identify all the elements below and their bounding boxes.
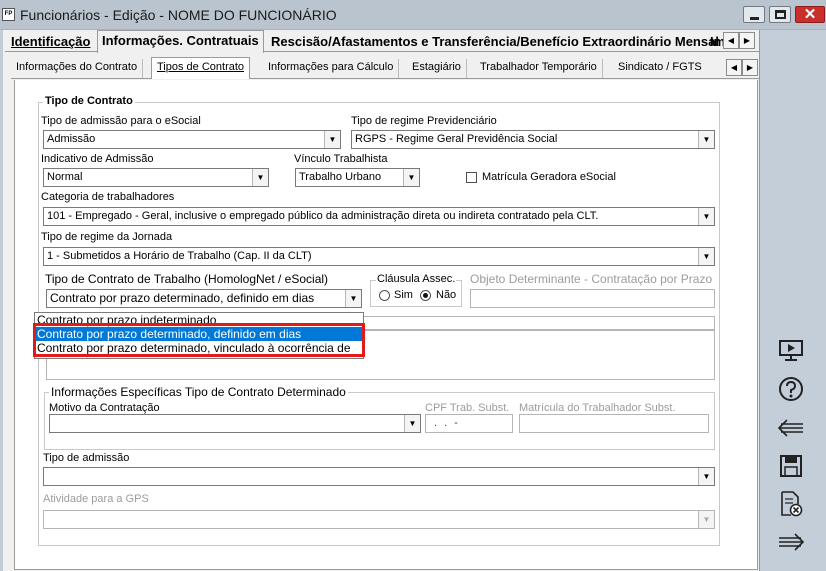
tipo-regime-jornada-select[interactable]: 1 - Submetidos a Horário de Trabalho (Ca…: [43, 247, 715, 266]
label-vinculo-trabalhista: Vínculo Trabalhista: [294, 153, 388, 165]
tab-trabalhador-temporario[interactable]: Trabalhador Temporário: [475, 59, 603, 78]
window-title: Funcionários - Edição - NOME DO FUNCIONÁ…: [20, 7, 337, 23]
tipo-contrato-trabalho-value: Contrato por prazo determinado, definido…: [50, 291, 315, 305]
tab-overflow[interactable]: Im: [709, 33, 723, 53]
label-tipo-regime-prev: Tipo de regime Previdenciário: [351, 115, 497, 127]
label-atividade-gps: Atividade para a GPS: [43, 493, 149, 505]
main-tab-scroll: ◀ ▶: [723, 32, 755, 49]
tab-tipos-de-contrato[interactable]: Tipos de Contrato: [151, 57, 251, 79]
label-motivo-contratacao: Motivo da Contratação: [49, 402, 160, 414]
cancel-document-icon: [781, 491, 803, 517]
tab-informacoes-do-contrato[interactable]: Informações do Contrato: [11, 59, 144, 78]
right-toolbar: [759, 30, 826, 571]
label-tipo-contrato-trabalho: Tipo de Contrato de Trabalho (HomologNet…: [45, 272, 329, 286]
indicativo-admissao-value: Normal: [47, 171, 83, 183]
save-button[interactable]: [776, 452, 806, 480]
chevron-down-icon: ▼: [345, 290, 361, 307]
presentation-button[interactable]: [776, 336, 806, 364]
main-tab-row: Identificação Informações. Contratuais R…: [5, 30, 759, 53]
clausula-nao-radio[interactable]: [420, 290, 431, 301]
tipo-admissao-esocial-value: Admissão: [47, 133, 96, 145]
forward-button[interactable]: [776, 528, 806, 556]
label-tipo-admissao-esocial: Tipo de admissão para o eSocial: [41, 115, 201, 127]
presentation-icon: [779, 340, 803, 361]
app-icon: FP: [2, 8, 15, 21]
label-cpf-subst: CPF Trab. Subst.: [425, 402, 510, 414]
chevron-down-icon: ▼: [698, 208, 714, 225]
atividade-gps-select[interactable]: ▼: [43, 510, 715, 529]
label-indicativo-admissao: Indicativo de Admissão: [41, 153, 154, 165]
maximize-button[interactable]: [769, 6, 791, 23]
chevron-down-icon: ▼: [698, 131, 714, 148]
chevron-down-icon: ▼: [252, 169, 268, 186]
minimize-button[interactable]: [743, 6, 765, 23]
label-clausula-nao: Não: [436, 289, 457, 301]
label-matricula-subst: Matrícula do Trabalhador Subst.: [519, 402, 676, 414]
cpf-subst-input[interactable]: . . -: [425, 414, 513, 433]
tipo-contrato-trabalho-select[interactable]: Contrato por prazo determinado, definido…: [46, 289, 362, 308]
label-clausula-sim: Sim: [394, 289, 413, 301]
matricula-geradora-checkbox[interactable]: [466, 172, 477, 183]
tab-rescisao-afastamentos[interactable]: Rescisão/Afastamentos e Transferência/Be…: [267, 33, 723, 53]
label-tipo-regime-jornada: Tipo de regime da Jornada: [41, 231, 173, 243]
cpf-mask: . . -: [434, 417, 460, 429]
chevron-down-icon: ▼: [698, 468, 714, 485]
label-categoria-trabalhadores: Categoria de trabalhadores: [41, 191, 175, 203]
close-button[interactable]: ✕: [795, 6, 825, 23]
tab-informacoes-contratuais[interactable]: Informações. Contratuais: [97, 30, 264, 53]
back-button[interactable]: [776, 414, 806, 442]
label-tipo-admissao: Tipo de admissão: [43, 452, 130, 464]
close-icon: ✕: [803, 6, 817, 23]
scroll-left-icon[interactable]: ◀: [723, 32, 739, 49]
tipo-regime-prev-select[interactable]: RGPS - Regime Geral Previdência Social ▼: [351, 130, 715, 149]
group-title-tipo-contrato: Tipo de Contrato: [43, 95, 135, 107]
categoria-trabalhadores-value: 101 - Empregado - Geral, inclusive o emp…: [47, 210, 599, 222]
tipo-regime-jornada-value: 1 - Submetidos a Horário de Trabalho (Ca…: [47, 250, 312, 262]
tab-identificacao[interactable]: Identificação: [7, 33, 94, 53]
indicativo-admissao-select[interactable]: Normal ▼: [43, 168, 269, 187]
matricula-subst-input[interactable]: [519, 414, 709, 433]
chevron-down-icon: ▼: [324, 131, 340, 148]
chevron-down-icon: ▼: [403, 169, 419, 186]
chevron-down-icon: ▼: [698, 511, 714, 528]
motivo-contratacao-select[interactable]: ▼: [49, 414, 421, 433]
objeto-determinante-input[interactable]: [470, 289, 715, 308]
minimize-icon: [750, 17, 759, 20]
sub-scroll-left-icon[interactable]: ◀: [726, 59, 742, 76]
group-title-informacoes-especificas: Informações Específicas Tipo de Contrato…: [49, 385, 348, 399]
scroll-right-icon[interactable]: ▶: [739, 32, 755, 49]
chevron-down-icon: ▼: [698, 248, 714, 265]
tipo-admissao-esocial-select[interactable]: Admissão ▼: [43, 130, 341, 149]
label-clausula-assec: Cláusula Assec.: [376, 273, 457, 285]
clausula-sim-radio[interactable]: [379, 290, 390, 301]
categoria-trabalhadores-select[interactable]: 101 - Empregado - Geral, inclusive o emp…: [43, 207, 715, 226]
label-objeto-determinante: Objeto Determinante - Contratação por Pr…: [470, 272, 713, 286]
sub-tab-scroll: ◀ ▶: [726, 59, 758, 76]
label-matricula-geradora: Matrícula Geradora eSocial: [482, 171, 616, 183]
sub-scroll-right-icon[interactable]: ▶: [742, 59, 758, 76]
tipo-admissao-select[interactable]: ▼: [43, 467, 715, 486]
title-bar: FP Funcionários - Edição - NOME DO FUNCI…: [0, 0, 826, 30]
forward-arrow-icon: [779, 533, 805, 551]
main-panel: Identificação Informações. Contratuais R…: [0, 30, 759, 571]
save-icon: [780, 455, 802, 477]
vinculo-trabalhista-value: Trabalho Urbano: [299, 171, 382, 183]
help-button[interactable]: [776, 375, 806, 403]
tipo-regime-prev-value: RGPS - Regime Geral Previdência Social: [355, 133, 558, 145]
tab-sindicato-fgts[interactable]: Sindicato / FGTS: [613, 59, 707, 78]
sub-tab-row: Informações do Contrato Tipos de Contrat…: [11, 55, 759, 79]
red-highlight-annotation: [33, 323, 365, 357]
help-icon: [779, 377, 803, 401]
maximize-icon: [775, 10, 786, 19]
tab-informacoes-para-calculo[interactable]: Informações para Cálculo: [263, 59, 400, 78]
chevron-down-icon: ▼: [404, 415, 420, 432]
back-arrow-icon: [777, 419, 803, 437]
cancel-document-button[interactable]: [776, 490, 806, 518]
tab-estagiario[interactable]: Estagiário: [407, 59, 467, 78]
vinculo-trabalhista-select[interactable]: Trabalho Urbano ▼: [295, 168, 420, 187]
